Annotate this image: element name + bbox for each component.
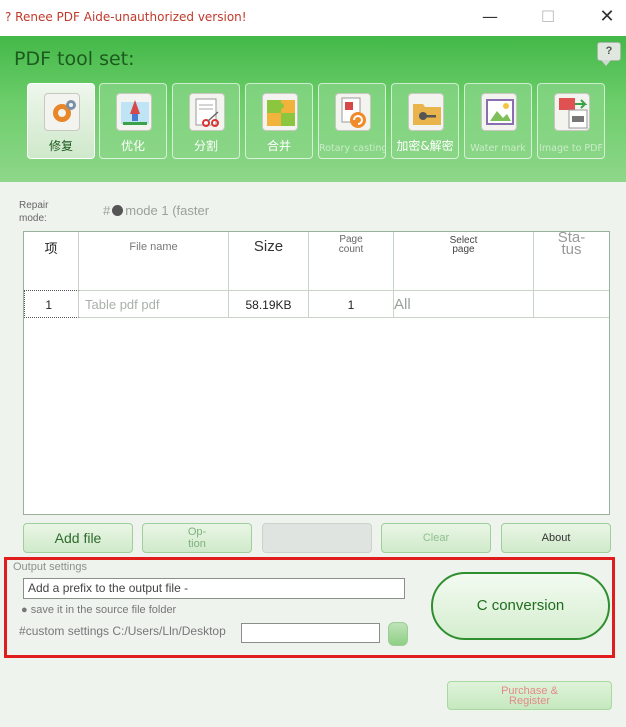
tool-split-label: 分割	[193, 139, 218, 153]
save-source-folder-radio[interactable]: ● save it in the source file folder	[21, 604, 176, 616]
cell-select-page[interactable]: All	[394, 290, 534, 318]
cell-status	[534, 290, 609, 318]
title-bar: ? Renee PDF Aide-unauthorized version! —…	[0, 0, 626, 36]
close-button[interactable]: ✕	[592, 6, 622, 30]
column-header-page-count[interactable]: Page count	[309, 232, 394, 290]
convert-button[interactable]: C conversion	[431, 572, 610, 640]
tool-split[interactable]: 分割	[172, 83, 240, 159]
maximize-button[interactable]: ☐	[533, 6, 563, 30]
column-header-file-name[interactable]: File name	[79, 232, 229, 290]
cell-page-count: 1	[309, 290, 394, 318]
browse-folder-button[interactable]	[388, 622, 408, 646]
tool-repair[interactable]: 修复	[27, 83, 95, 159]
repair-mode-value: mode 1 (faster	[125, 203, 210, 218]
repair-gear-icon	[44, 93, 80, 131]
tool-merge[interactable]: 合并	[245, 83, 313, 159]
tool-rotate-label: Rotary casting	[319, 143, 385, 154]
merge-puzzle-icon	[262, 93, 298, 131]
repair-mode-select[interactable]: # mode 1 (faster	[103, 203, 209, 218]
file-table: 项 File name Size Page count Select page …	[23, 230, 610, 515]
tool-header: PDF tool set: ? 修复 优化 分割 合并 Rotary casti…	[0, 36, 626, 182]
about-button[interactable]: About	[501, 523, 611, 553]
clear-button[interactable]: Clear	[381, 523, 491, 553]
tool-rotate[interactable]: Rotary casting	[318, 83, 386, 159]
column-header-size[interactable]: Size	[229, 232, 309, 290]
split-scissors-icon	[189, 93, 225, 131]
optimize-rocket-icon	[116, 93, 152, 131]
output-prefix-input[interactable]: Add a prefix to the output file -	[23, 578, 405, 599]
radio-selected-icon	[112, 205, 124, 216]
tool-optimize-label: 优化	[120, 139, 145, 153]
tool-image-to-pdf-label: Image to PDF	[539, 143, 603, 154]
remove-button[interactable]	[262, 523, 372, 553]
tool-watermark-label: Water mark	[470, 143, 526, 154]
output-path-input[interactable]	[241, 623, 380, 643]
purchase-register-button[interactable]: Purchase & Register	[447, 681, 612, 710]
tool-set-title: PDF tool set:	[14, 48, 135, 70]
help-button[interactable]: ?	[597, 42, 621, 66]
tool-watermark[interactable]: Water mark	[464, 83, 532, 159]
tool-optimize[interactable]: 优化	[99, 83, 167, 159]
column-header-select-page[interactable]: Select page	[394, 232, 534, 290]
cell-file-name: Table pdf pdf	[79, 290, 229, 318]
minimize-button[interactable]: —	[475, 6, 505, 30]
tool-encrypt-label: 加密&解密	[396, 139, 454, 153]
output-settings-legend: Output settings	[13, 561, 87, 573]
repair-mode-label: Repair mode:	[19, 200, 49, 224]
tool-repair-label: 修复	[48, 139, 73, 153]
image-to-pdf-icon	[554, 93, 590, 131]
cell-index: 1	[24, 290, 79, 318]
cell-size: 58.19KB	[229, 290, 309, 318]
add-file-button[interactable]: Add file	[23, 523, 133, 553]
tool-encrypt[interactable]: 加密&解密	[391, 83, 459, 159]
app-title: ? Renee PDF Aide-unauthorized version!	[5, 10, 247, 24]
column-header-status[interactable]: Sta- tus	[534, 230, 609, 290]
option-button[interactable]: Op- tion	[142, 523, 252, 553]
column-header-index[interactable]: 项	[24, 232, 79, 290]
encrypt-key-icon	[408, 93, 444, 131]
custom-settings-radio[interactable]: #custom settings C:/Users/Lln/Desktop	[19, 624, 226, 638]
tool-image-to-pdf[interactable]: Image to PDF	[537, 83, 605, 159]
tool-merge-label: 合并	[266, 139, 291, 153]
watermark-picture-icon	[481, 93, 517, 131]
rotate-icon	[335, 93, 371, 131]
